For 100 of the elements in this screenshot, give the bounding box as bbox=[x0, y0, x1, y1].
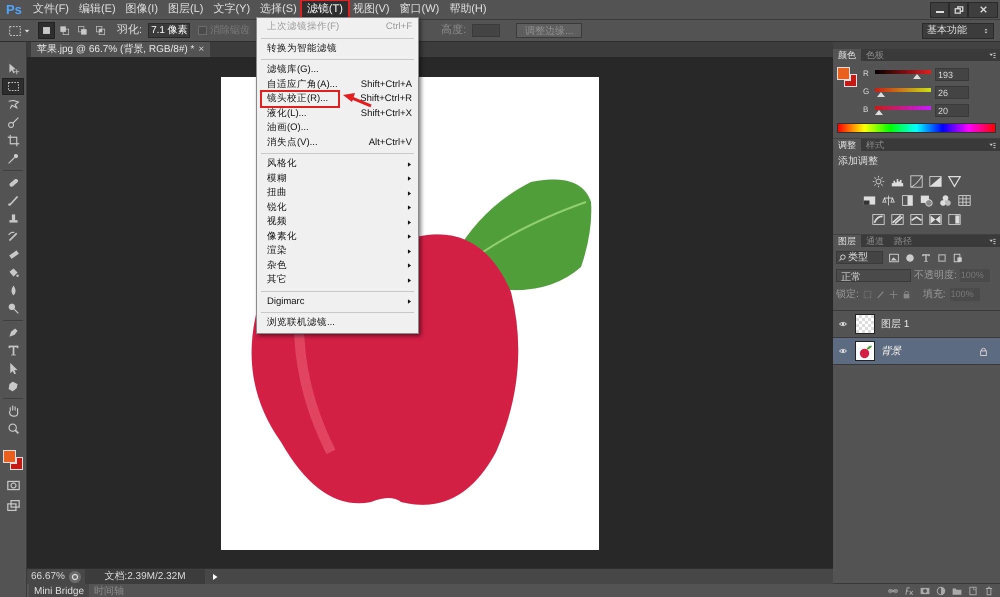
new-layer-icon bbox=[968, 586, 978, 596]
zoom-icon bbox=[6, 422, 20, 435]
submenu-item[interactable]: 视频 bbox=[257, 215, 418, 230]
selective-color-adjustment-button[interactable] bbox=[929, 213, 942, 226]
submenu-item[interactable]: 像素化 bbox=[257, 230, 418, 244]
menu-item[interactable]: 自适应广角(A)... Shift+Ctrl+A bbox=[257, 78, 418, 92]
slider-thumb[interactable] bbox=[876, 92, 885, 97]
layer-filter-dropdown[interactable]: 类型 bbox=[836, 251, 883, 264]
color-slider[interactable] bbox=[875, 68, 931, 80]
screen-mode-icon bbox=[6, 499, 20, 512]
color-slider[interactable] bbox=[875, 86, 931, 98]
selection-mode-button[interactable] bbox=[38, 22, 55, 39]
submenu-item[interactable]: 其它 bbox=[257, 273, 418, 288]
half-square-adjustment-button[interactable] bbox=[900, 194, 914, 207]
grid-adjustment-button[interactable] bbox=[958, 194, 970, 207]
submenu-item[interactable]: 风格化 bbox=[257, 157, 418, 172]
panel-menu-button[interactable] bbox=[988, 52, 997, 59]
color-spectrum[interactable] bbox=[837, 123, 996, 133]
new-layer-button[interactable] bbox=[968, 586, 978, 596]
threshold-adjustment-button[interactable] bbox=[910, 213, 923, 226]
shape-filter-button[interactable] bbox=[937, 252, 947, 262]
gradient-map-adjustment-button[interactable] bbox=[862, 194, 876, 207]
value-field[interactable]: 26 bbox=[935, 86, 969, 98]
menu-item[interactable]: 选择(S) bbox=[255, 0, 302, 18]
lasso-icon bbox=[6, 98, 20, 111]
layer-row[interactable]: 图层 1 bbox=[833, 311, 1000, 338]
invert-adjustment-button[interactable] bbox=[872, 213, 885, 226]
minimize-button[interactable] bbox=[930, 2, 949, 18]
restore-button[interactable] bbox=[949, 2, 968, 18]
tab-close-button[interactable]: × bbox=[198, 42, 204, 57]
posterize-adjustment-button[interactable] bbox=[891, 213, 904, 226]
curve-adjustment-button[interactable] bbox=[910, 175, 923, 188]
feather-field[interactable]: 7.1 像素 bbox=[148, 23, 190, 38]
layer-row[interactable]: 背景 bbox=[833, 338, 1000, 365]
foreground-swatch[interactable] bbox=[837, 67, 850, 80]
panel-tab[interactable]: 图层 bbox=[833, 235, 861, 247]
trash-button[interactable] bbox=[984, 586, 994, 596]
menu-item[interactable]: 图层(L) bbox=[163, 0, 208, 18]
panel-tab[interactable]: 通道 bbox=[861, 235, 889, 247]
fx-button[interactable] bbox=[904, 586, 914, 596]
menu-item[interactable]: 编辑(E) bbox=[74, 0, 121, 18]
workspace-dropdown[interactable]: 基本功能 bbox=[922, 22, 994, 38]
menu-item[interactable]: 油画(O)... bbox=[257, 121, 418, 136]
scale-adjustment-button[interactable] bbox=[882, 194, 894, 207]
submenu-item[interactable]: 渲染 bbox=[257, 244, 418, 258]
close-button[interactable] bbox=[968, 2, 998, 18]
smart-object-filter-button[interactable] bbox=[953, 252, 963, 262]
status-menu-button[interactable] bbox=[69, 570, 81, 582]
half-circle-button[interactable] bbox=[936, 586, 946, 596]
panel-tab[interactable]: 调整 bbox=[833, 139, 861, 151]
color-slider[interactable] bbox=[875, 104, 931, 116]
three-circles-adjustment-button[interactable] bbox=[938, 194, 952, 207]
eye-icon[interactable] bbox=[838, 320, 848, 328]
marquee-tool-button[interactable] bbox=[2, 78, 24, 95]
panel-tab[interactable]: 路径 bbox=[889, 235, 917, 247]
camera-filter-adjustment-button[interactable] bbox=[920, 194, 932, 207]
value-field[interactable]: 20 bbox=[935, 104, 969, 116]
menu-item[interactable]: 消失点(V)... Alt+Ctrl+V bbox=[257, 136, 418, 150]
menu-item[interactable]: 镜头校正(R)... Shift+Ctrl+R bbox=[257, 92, 418, 106]
blend-mode-dropdown[interactable]: 正常 bbox=[836, 269, 911, 282]
panel-menu-button[interactable] bbox=[988, 142, 997, 149]
panel-tab[interactable]: 颜色 bbox=[833, 49, 861, 61]
menu-item[interactable]: 转换为智能滤镜 bbox=[257, 42, 418, 56]
mask-button[interactable] bbox=[920, 586, 930, 596]
menu-item[interactable]: 帮助(H) bbox=[444, 0, 492, 18]
brightness-adjustment-button[interactable] bbox=[872, 175, 885, 188]
exposure-adjustment-button[interactable] bbox=[929, 175, 942, 188]
image-filter-button[interactable] bbox=[889, 252, 899, 262]
submenu-item[interactable]: 锐化 bbox=[257, 200, 418, 215]
foreground-swatch[interactable] bbox=[3, 450, 16, 463]
submenu-item[interactable]: 模糊 bbox=[257, 172, 418, 186]
document-tab[interactable]: 苹果.jpg @ 66.7% (背景, RGB/8#) * × bbox=[31, 42, 210, 57]
menu-item[interactable]: 滤镜(T) bbox=[302, 0, 348, 18]
zoom-level[interactable]: 66.67% bbox=[31, 569, 65, 584]
submenu-item[interactable]: 杂色 bbox=[257, 258, 418, 273]
panel-tab[interactable]: 色板 bbox=[861, 49, 889, 61]
menu-item[interactable]: 滤镜库(G)... bbox=[257, 63, 418, 78]
slider-thumb[interactable] bbox=[913, 74, 922, 79]
scale-icon bbox=[882, 194, 894, 207]
submenu-item[interactable]: 扭曲 bbox=[257, 186, 418, 200]
menu-item[interactable]: 文件(F) bbox=[28, 0, 74, 18]
type-filter-button[interactable] bbox=[921, 252, 931, 262]
menu-item[interactable]: 窗口(W) bbox=[394, 0, 444, 18]
menu-item[interactable]: 液化(L)... Shift+Ctrl+X bbox=[257, 106, 418, 121]
triangle-adjustment-button[interactable] bbox=[948, 175, 961, 188]
slider-thumb[interactable] bbox=[875, 110, 884, 115]
menu-item[interactable]: 浏览联机滤镜... bbox=[257, 316, 418, 330]
panel-menu-button[interactable] bbox=[988, 238, 997, 245]
circle-filter-button[interactable] bbox=[905, 252, 915, 262]
folder-button[interactable] bbox=[952, 586, 962, 596]
submenu-item[interactable]: Digimarc bbox=[257, 294, 418, 309]
value-field[interactable]: 193 bbox=[935, 68, 969, 80]
height-field[interactable] bbox=[472, 24, 500, 37]
gradient-adjustment-button[interactable] bbox=[948, 213, 961, 226]
menu-item[interactable]: 文字(Y) bbox=[208, 0, 256, 18]
menu-item[interactable]: 图像(I) bbox=[120, 0, 164, 18]
eye-icon[interactable] bbox=[838, 347, 848, 355]
menu-item[interactable]: 视图(V) bbox=[348, 0, 395, 18]
panel-tab[interactable]: Mini Bridge bbox=[29, 584, 90, 597]
panel-tab[interactable]: 样式 bbox=[861, 139, 889, 151]
